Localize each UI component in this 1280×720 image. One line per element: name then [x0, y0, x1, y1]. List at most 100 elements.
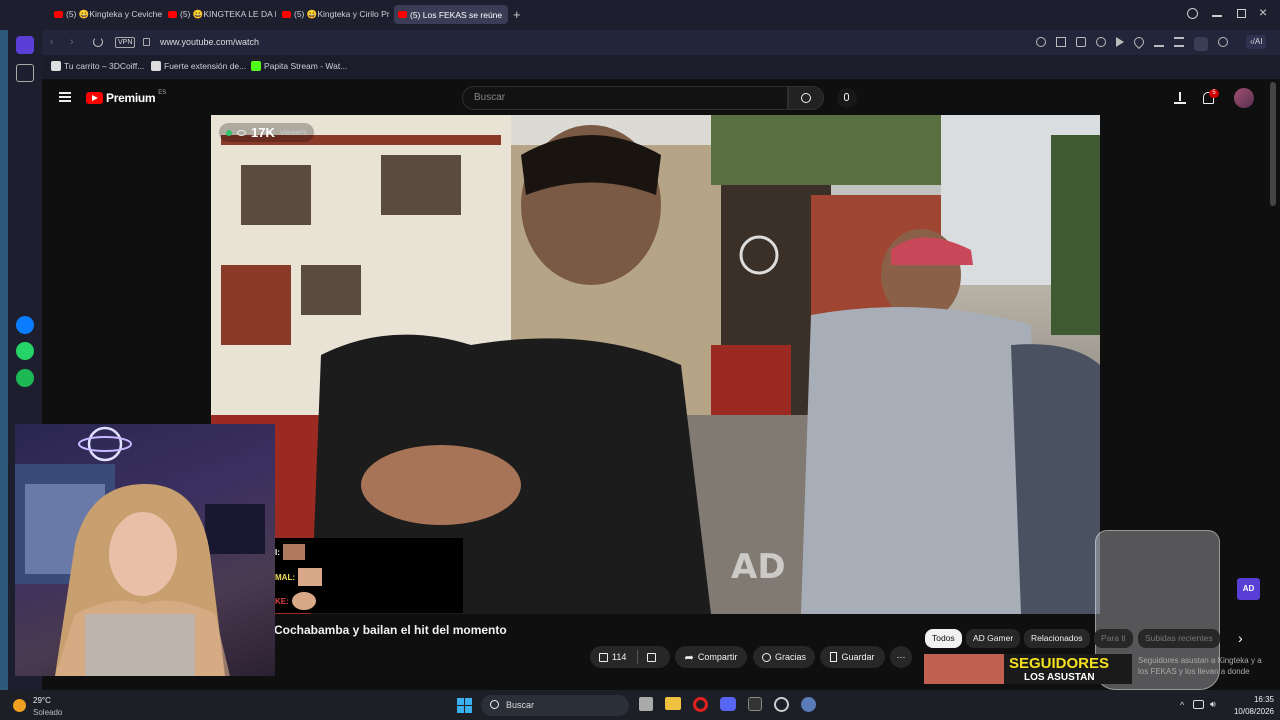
eye-icon: [237, 129, 246, 136]
hamburger-menu-icon[interactable]: [59, 92, 71, 102]
file-explorer-icon[interactable]: [665, 697, 681, 710]
channel-watermark: AD: [731, 547, 786, 587]
viewer-count: 17K: [251, 125, 275, 140]
chat-line: KE:: [275, 592, 316, 610]
search-icon: [490, 700, 499, 709]
star-icon[interactable]: [16, 64, 34, 82]
windows-start-icon[interactable]: [457, 698, 472, 713]
reload-icon[interactable]: [93, 37, 103, 47]
channel-icon: AD: [1237, 578, 1260, 600]
chip-for-you[interactable]: Para ti: [1094, 629, 1133, 648]
chat-line: I:: [275, 544, 305, 560]
chip-all[interactable]: Todos: [925, 629, 962, 648]
opera-taskbar-icon[interactable]: [693, 697, 708, 712]
settings-icon[interactable]: [801, 697, 816, 712]
extensions-icon[interactable]: [1218, 37, 1228, 47]
vpn-badge[interactable]: VPN: [115, 37, 136, 48]
taskbar-search-box[interactable]: Buscar: [481, 695, 629, 716]
favicon-icon: [151, 61, 161, 71]
recommended-title[interactable]: Seguidores asustan a Kingteka y a los FE…: [1138, 655, 1263, 677]
tab-2[interactable]: (5) 😀KINGTEKA LE DA LA CO: [164, 5, 276, 24]
bookmark-label: Papita Stream - Wat...: [264, 61, 348, 71]
whatsapp-icon[interactable]: [16, 342, 34, 360]
profile-icon[interactable]: [1194, 37, 1208, 51]
url-field[interactable]: www.youtube.com/watch: [160, 37, 259, 47]
search-input[interactable]: Buscar: [462, 86, 788, 110]
find-icon[interactable]: [1036, 37, 1046, 47]
chat-line: MAL:: [275, 568, 322, 586]
bookmark-3[interactable]: Papita Stream - Wat...: [251, 61, 347, 71]
task-view-icon[interactable]: [639, 697, 653, 711]
youtube-icon: [168, 11, 177, 18]
address-bar: ‹ › VPN www.youtube.com/watch ‹/AI: [42, 30, 1280, 55]
save-button[interactable]: Guardar: [820, 646, 885, 668]
thanks-icon: [761, 652, 771, 662]
discord-icon[interactable]: [720, 697, 736, 711]
thumbnail-text: SEGUIDORES: [1009, 655, 1110, 672]
chip-ad-gamer[interactable]: AD Gamer: [966, 629, 1021, 648]
weather-sun-icon[interactable]: [13, 699, 26, 712]
bookmark-1[interactable]: Tu carrito – 3DCoiff...: [51, 61, 144, 71]
share-button[interactable]: ➦ Compartir: [675, 646, 747, 668]
more-actions-button[interactable]: ⋯: [890, 646, 912, 668]
thanks-button[interactable]: Gracias: [753, 646, 815, 668]
thumbnail-image: [924, 654, 1004, 684]
home-icon[interactable]: [16, 36, 34, 54]
search-tabs-icon[interactable]: [1187, 8, 1198, 19]
notification-count-badge: 5: [1209, 89, 1219, 98]
thanks-label: Gracias: [774, 652, 806, 662]
tab-bar: (5) 😀Kingteka y Cevicher (5) 😀KINGTEKA L…: [0, 0, 1280, 30]
share-icon: ➦: [684, 651, 694, 664]
recommended-thumbnail[interactable]: SEGUIDORES LOS ASUSTAN: [924, 654, 1132, 684]
lock-icon: [143, 38, 150, 46]
clock-time[interactable]: 16:35: [1226, 695, 1274, 704]
play-icon[interactable]: [1116, 37, 1124, 47]
spotify-icon[interactable]: [16, 369, 34, 387]
live-dot-icon: [226, 129, 232, 136]
chip-recent[interactable]: Subidas recientes: [1138, 629, 1220, 648]
bookmark-2[interactable]: Fuerte extensión de...: [151, 61, 246, 71]
forward-button[interactable]: ›: [70, 36, 74, 48]
kick-icon: [251, 61, 261, 71]
back-button[interactable]: ‹: [50, 36, 54, 48]
upload-icon[interactable]: [1174, 92, 1186, 104]
minimize-button[interactable]: [1212, 15, 1222, 17]
heart-icon[interactable]: [1131, 34, 1147, 50]
new-tab-button[interactable]: +: [513, 8, 521, 21]
download-icon[interactable]: [1154, 37, 1164, 47]
tab-3[interactable]: (5) 😀Kingteka y Cirilo Pr: [278, 5, 390, 24]
edit-icon[interactable]: [1056, 37, 1066, 47]
temperature[interactable]: 29°C: [33, 696, 51, 705]
chevron-right-icon[interactable]: ›: [1238, 630, 1243, 646]
app-icon[interactable]: [748, 697, 762, 711]
youtube-icon: [398, 11, 407, 18]
tray-chevron-icon[interactable]: ^: [1180, 700, 1184, 710]
menu-icon[interactable]: [1174, 37, 1184, 47]
chip-related[interactable]: Relacionados: [1024, 629, 1090, 648]
thumbs-up-icon: [599, 652, 608, 662]
voice-search-button[interactable]: [837, 88, 857, 108]
search-icon: [801, 93, 811, 103]
tab-4-active[interactable]: (5) Los FEKAS se reúne: [394, 5, 508, 24]
network-icon[interactable]: [1193, 700, 1204, 709]
camera-icon[interactable]: [1076, 37, 1086, 47]
like-button[interactable]: 114: [590, 646, 670, 668]
weather-label[interactable]: Soleado: [33, 708, 62, 717]
windows-taskbar: 29°C Soleado Buscar ^ 🔊︎ 16:35 10/08/202…: [0, 690, 1280, 720]
maximize-button[interactable]: [1237, 9, 1246, 18]
close-window-button[interactable]: ×: [1259, 4, 1267, 20]
clock-date[interactable]: 10/08/2026: [1226, 707, 1274, 716]
ai-button[interactable]: ‹/AI: [1246, 35, 1267, 49]
messenger-icon[interactable]: [16, 316, 34, 334]
youtube-premium-logo[interactable]: Premium ES: [86, 90, 166, 105]
youtube-icon: [54, 11, 63, 18]
avatar[interactable]: [1234, 88, 1254, 108]
adblock-icon[interactable]: [1096, 37, 1106, 47]
webcam-overlay: [15, 424, 275, 676]
tab-1[interactable]: (5) 😀Kingteka y Cevicher: [50, 5, 162, 24]
page-scrollbar[interactable]: [1270, 82, 1276, 206]
search-button[interactable]: [788, 86, 824, 110]
obs-icon[interactable]: [774, 697, 789, 712]
volume-icon[interactable]: 🔊︎: [1210, 699, 1216, 710]
thumbs-down-icon[interactable]: [647, 652, 657, 662]
